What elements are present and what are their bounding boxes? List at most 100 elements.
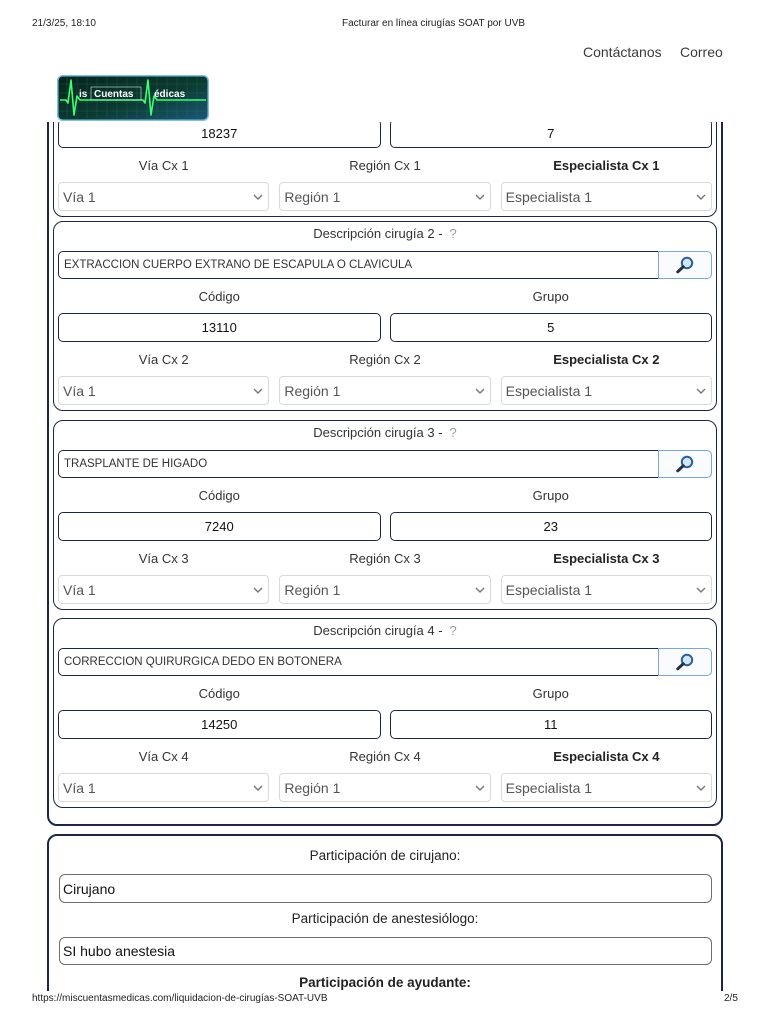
code-input[interactable] bbox=[58, 313, 381, 342]
specialist-select[interactable]: Especialista 1 bbox=[500, 376, 712, 405]
region-select-value: Región 1 bbox=[284, 581, 341, 598]
via-select[interactable]: Vía 1 bbox=[58, 773, 270, 802]
via-select-value: Vía 1 bbox=[63, 188, 96, 205]
print-page-number: 2/5 bbox=[724, 993, 738, 1004]
via-label: Vía Cx 1 bbox=[138, 158, 189, 173]
region-select-value: Región 1 bbox=[284, 382, 341, 399]
surgery-description-title-text: Descripción cirugía 3 - bbox=[313, 425, 443, 440]
surgery-description-title: Descripción cirugía 4 -? bbox=[54, 619, 716, 642]
specialist-label: Especialista Cx 3 bbox=[553, 551, 660, 566]
surgery-description-input[interactable] bbox=[58, 251, 658, 279]
nav-contact-link[interactable]: Contáctanos bbox=[583, 43, 662, 61]
print-datetime: 21/3/25, 18:10 bbox=[32, 18, 96, 29]
surgery-card-2: Descripción cirugía 2 -? Código Grupo Ví… bbox=[53, 221, 717, 411]
specialist-select[interactable]: Especialista 1 bbox=[500, 182, 712, 211]
page-content: Vía Cx 1 Región Cx 1 Especialista Cx 1 V… bbox=[0, 0, 768, 991]
via-label: Vía Cx 3 bbox=[138, 551, 189, 566]
region-label: Región Cx 1 bbox=[349, 158, 421, 173]
cx-labels: Vía Cx 4 Región Cx 4 Especialista Cx 4 bbox=[58, 746, 712, 768]
surgeries-panel: Vía Cx 1 Región Cx 1 Especialista Cx 1 V… bbox=[47, 0, 723, 826]
surgeon-participation-field[interactable] bbox=[59, 874, 712, 903]
group-input[interactable] bbox=[389, 313, 712, 342]
chevron-down-icon bbox=[253, 388, 263, 394]
region-select-value: Región 1 bbox=[284, 779, 341, 796]
via-label: Vía Cx 2 bbox=[138, 352, 189, 367]
chevron-down-icon bbox=[475, 388, 485, 394]
participation-panel: Participación de cirujano: Participación… bbox=[47, 834, 723, 991]
code-input[interactable] bbox=[58, 512, 381, 541]
chevron-down-icon bbox=[253, 785, 263, 791]
group-input[interactable] bbox=[389, 119, 712, 148]
specialist-label: Especialista Cx 4 bbox=[553, 749, 660, 764]
region-label: Región Cx 4 bbox=[349, 749, 421, 764]
code-group-inputs bbox=[58, 512, 712, 541]
specialist-select[interactable]: Especialista 1 bbox=[500, 575, 712, 604]
cx-labels: Vía Cx 2 Región Cx 2 Especialista Cx 2 bbox=[58, 349, 712, 371]
surgery-search-group bbox=[58, 450, 712, 478]
surgery-card-3: Descripción cirugía 3 -? Código Grupo Ví… bbox=[53, 420, 717, 610]
code-input[interactable] bbox=[58, 710, 381, 739]
code-group-labels: Código Grupo bbox=[58, 485, 712, 507]
group-input[interactable] bbox=[389, 710, 712, 739]
region-select[interactable]: Región 1 bbox=[279, 773, 491, 802]
magnifier-icon bbox=[676, 256, 694, 274]
surgery-card-4: Descripción cirugía 4 -? Código Grupo Ví… bbox=[53, 618, 717, 808]
site-header: 21/3/25, 18:10 Facturar en línea cirugía… bbox=[0, 0, 768, 122]
group-label: Grupo bbox=[532, 686, 569, 701]
surgery-search-group bbox=[58, 251, 712, 279]
cx-selects: Vía 1 Región 1 Especialista 1 bbox=[58, 575, 712, 604]
magnifier-icon bbox=[676, 455, 694, 473]
surgery-search-button[interactable] bbox=[658, 648, 712, 676]
chevron-down-icon bbox=[696, 587, 706, 593]
cx-selects: Vía 1 Región 1 Especialista 1 bbox=[58, 773, 712, 802]
chevron-down-icon bbox=[253, 587, 263, 593]
surgery-description-input[interactable] bbox=[58, 648, 658, 676]
anesthesiologist-participation-field[interactable] bbox=[59, 937, 712, 965]
surgery-search-button[interactable] bbox=[658, 450, 712, 478]
via-select[interactable]: Vía 1 bbox=[58, 376, 270, 405]
logo-text-part: édicas bbox=[154, 89, 186, 100]
nav-mail-link[interactable]: Correo bbox=[680, 43, 723, 61]
surgeon-participation-label: Participación de cirujano: bbox=[309, 848, 461, 863]
surgery-search-group bbox=[58, 648, 712, 676]
cx-selects: Vía 1 Región 1 Especialista 1 bbox=[58, 376, 712, 405]
specialist-select-value: Especialista 1 bbox=[505, 188, 593, 205]
region-select[interactable]: Región 1 bbox=[279, 182, 491, 211]
specialist-select[interactable]: Especialista 1 bbox=[500, 773, 712, 802]
code-input[interactable] bbox=[58, 119, 381, 148]
logo-image: is Cuentas édicas bbox=[57, 75, 209, 121]
cx-labels: Vía Cx 1 Región Cx 1 Especialista Cx 1 bbox=[58, 155, 712, 177]
via-label: Vía Cx 4 bbox=[138, 749, 189, 764]
via-select[interactable]: Vía 1 bbox=[58, 575, 270, 604]
code-group-labels: Código Grupo bbox=[58, 286, 712, 308]
code-label: Código bbox=[198, 289, 240, 304]
via-select[interactable]: Vía 1 bbox=[58, 182, 270, 211]
via-select-value: Vía 1 bbox=[63, 779, 96, 796]
code-label: Código bbox=[198, 686, 240, 701]
surgery-search-button[interactable] bbox=[658, 251, 712, 279]
site-logo[interactable]: is Cuentas édicas bbox=[57, 75, 209, 121]
chevron-down-icon bbox=[696, 388, 706, 394]
group-input[interactable] bbox=[389, 512, 712, 541]
chevron-down-icon bbox=[475, 194, 485, 200]
chevron-down-icon bbox=[696, 194, 706, 200]
region-select[interactable]: Región 1 bbox=[279, 376, 491, 405]
surgery-description-title: Descripción cirugía 3 -? bbox=[54, 421, 716, 444]
help-icon[interactable]: ? bbox=[450, 226, 457, 241]
help-icon[interactable]: ? bbox=[450, 623, 457, 638]
surgery-description-title-text: Descripción cirugía 4 - bbox=[313, 623, 443, 638]
print-page-title: Facturar en línea cirugías SOAT por UVB bbox=[342, 18, 526, 29]
specialist-label: Especialista Cx 1 bbox=[553, 158, 660, 173]
region-select[interactable]: Región 1 bbox=[279, 575, 491, 604]
region-label: Región Cx 3 bbox=[349, 551, 421, 566]
code-group-inputs bbox=[58, 710, 712, 739]
code-label: Código bbox=[198, 488, 240, 503]
surgery-description-title-text: Descripción cirugía 2 - bbox=[313, 226, 443, 241]
magnifier-icon bbox=[676, 653, 694, 671]
help-icon[interactable]: ? bbox=[450, 425, 457, 440]
via-select-value: Vía 1 bbox=[63, 581, 96, 598]
surgery-description-input[interactable] bbox=[58, 450, 658, 478]
chevron-down-icon bbox=[475, 587, 485, 593]
specialist-select-value: Especialista 1 bbox=[505, 779, 593, 796]
region-label: Región Cx 2 bbox=[349, 352, 421, 367]
